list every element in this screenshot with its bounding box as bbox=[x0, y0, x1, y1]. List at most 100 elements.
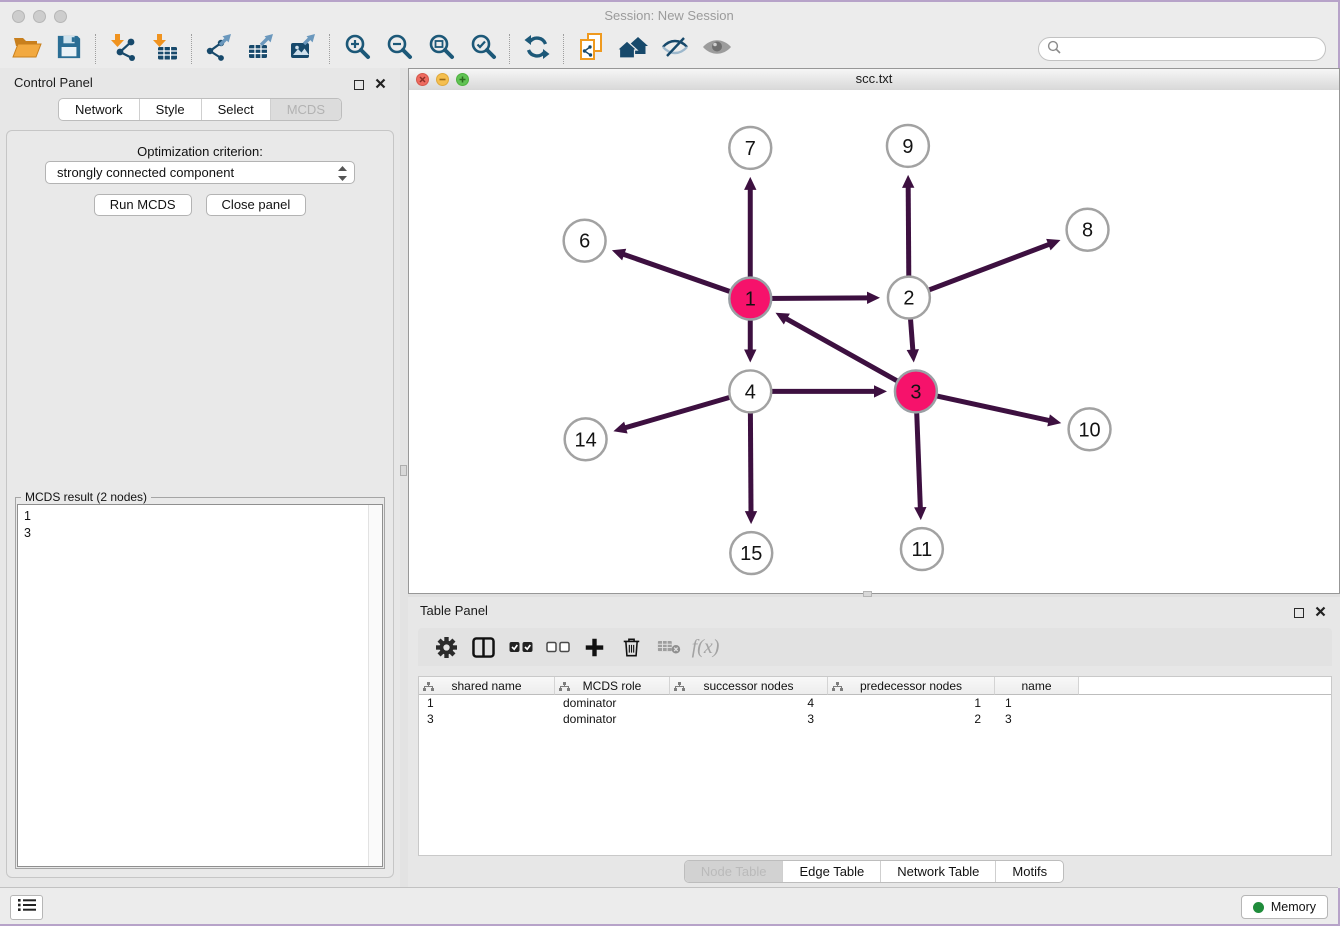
tab-motifs[interactable]: Motifs bbox=[995, 861, 1063, 882]
import-network-icon bbox=[109, 33, 137, 66]
cell-mcds-role: dominator bbox=[555, 712, 670, 726]
splitter-handle[interactable] bbox=[400, 465, 407, 476]
tab-node-table[interactable]: Node Table bbox=[685, 861, 783, 882]
search-field[interactable] bbox=[1038, 37, 1326, 61]
tab-style[interactable]: Style bbox=[139, 99, 201, 120]
table-row[interactable]: 1 dominator 4 1 1 bbox=[419, 695, 1331, 711]
delete-table-button[interactable] bbox=[650, 631, 687, 663]
window-close-button[interactable] bbox=[12, 10, 25, 23]
zoom-selected-button[interactable] bbox=[462, 32, 504, 66]
network-window-titlebar[interactable]: scc.txt bbox=[409, 69, 1339, 91]
memory-button[interactable]: Memory bbox=[1241, 895, 1328, 919]
cell-predecessor-nodes: 1 bbox=[828, 696, 995, 710]
select-all-button[interactable] bbox=[502, 631, 539, 663]
export-table-button[interactable] bbox=[240, 32, 282, 66]
criterion-dropdown[interactable]: strongly connected component bbox=[45, 161, 355, 184]
cell-shared-name: 1 bbox=[419, 696, 555, 710]
memory-status-icon bbox=[1253, 902, 1264, 913]
vertical-splitter[interactable] bbox=[400, 68, 408, 888]
delete-column-button[interactable] bbox=[613, 631, 650, 663]
column-header-name[interactable]: name bbox=[995, 677, 1079, 695]
tab-select[interactable]: Select bbox=[201, 99, 270, 120]
column-header-successor-nodes[interactable]: successor nodes bbox=[670, 677, 828, 695]
add-column-button[interactable] bbox=[576, 631, 613, 663]
hide-selected-icon bbox=[661, 35, 689, 64]
import-network-button[interactable] bbox=[102, 32, 144, 66]
graph-node-label: 14 bbox=[575, 429, 597, 451]
zoom-fit-icon bbox=[428, 33, 455, 65]
window-zoom-button[interactable] bbox=[54, 10, 67, 23]
graph-arrowhead bbox=[914, 507, 926, 520]
tab-network-table[interactable]: Network Table bbox=[880, 861, 995, 882]
window-minimize-button[interactable] bbox=[33, 10, 46, 23]
toolbar-separator bbox=[191, 34, 193, 64]
graph-node-label: 3 bbox=[910, 381, 921, 403]
window-title: Session: New Session bbox=[0, 2, 1338, 29]
network-close-button[interactable] bbox=[416, 73, 429, 86]
settings-gear-button[interactable] bbox=[428, 631, 465, 663]
network-canvas[interactable]: 7968124314101511 bbox=[409, 90, 1339, 593]
cell-predecessor-nodes: 2 bbox=[828, 712, 995, 726]
table-panel-float-button[interactable] bbox=[1294, 608, 1304, 618]
column-header-predecessor-nodes[interactable]: predecessor nodes bbox=[828, 677, 995, 695]
cell-successor-nodes: 3 bbox=[670, 712, 828, 726]
network-minimize-button[interactable] bbox=[436, 73, 449, 86]
tab-edge-table[interactable]: Edge Table bbox=[782, 861, 880, 882]
graph-arrowhead bbox=[745, 511, 757, 524]
mcds-tab-content: Optimization criterion: strongly connect… bbox=[6, 130, 394, 878]
graph-edge-2-8[interactable] bbox=[909, 244, 1050, 298]
zoom-in-button[interactable] bbox=[336, 32, 378, 66]
toggle-columns-button[interactable] bbox=[465, 631, 502, 663]
result-scrollbar[interactable] bbox=[368, 505, 382, 866]
graph-arrowhead bbox=[907, 349, 919, 362]
header-filler bbox=[1079, 677, 1331, 695]
function-builder-button[interactable]: f(x) bbox=[687, 631, 724, 663]
network-zoom-button[interactable] bbox=[456, 73, 469, 86]
graph-arrowhead bbox=[744, 349, 756, 362]
run-mcds-button[interactable]: Run MCDS bbox=[94, 194, 192, 216]
column-header-mcds-role[interactable]: MCDS role bbox=[555, 677, 670, 695]
cell-name: 1 bbox=[995, 696, 1079, 710]
copy-network-button[interactable] bbox=[570, 32, 612, 66]
cell-shared-name: 3 bbox=[419, 712, 555, 726]
close-panel-button[interactable]: Close panel bbox=[206, 194, 307, 216]
hide-selected-button[interactable] bbox=[654, 32, 696, 66]
column-header-shared-name[interactable]: shared name bbox=[419, 677, 555, 695]
optimization-criterion-label: Optimization criterion: bbox=[7, 144, 393, 159]
open-session-button[interactable] bbox=[6, 32, 48, 66]
graph-node-label: 4 bbox=[745, 381, 756, 403]
refresh-layout-button[interactable] bbox=[516, 32, 558, 66]
list-icon bbox=[18, 898, 36, 917]
home-view-button[interactable] bbox=[612, 32, 654, 66]
sitemap-icon bbox=[674, 681, 685, 695]
show-all-button[interactable] bbox=[696, 32, 738, 66]
table-toolbar: f(x) bbox=[418, 628, 1332, 666]
network-graph[interactable]: 7968124314101511 bbox=[409, 90, 1339, 593]
export-image-button[interactable] bbox=[282, 32, 324, 66]
save-session-button[interactable] bbox=[48, 32, 90, 66]
search-input[interactable] bbox=[1066, 41, 1317, 58]
control-panel-float-button[interactable] bbox=[354, 80, 364, 90]
table-panel-close-button[interactable] bbox=[1315, 604, 1326, 622]
zoom-selected-icon bbox=[470, 33, 497, 65]
table-row[interactable]: 3 dominator 3 2 3 bbox=[419, 711, 1331, 727]
status-bar: Memory bbox=[0, 887, 1338, 924]
deselect-all-button[interactable] bbox=[539, 631, 576, 663]
import-table-button[interactable] bbox=[144, 32, 186, 66]
import-table-icon bbox=[151, 33, 179, 66]
zoom-fit-button[interactable] bbox=[420, 32, 462, 66]
tab-network[interactable]: Network bbox=[59, 99, 139, 120]
copy-network-icon bbox=[577, 32, 605, 67]
graph-arrowhead bbox=[613, 422, 627, 434]
export-network-button[interactable] bbox=[198, 32, 240, 66]
tab-mcds[interactable]: MCDS bbox=[270, 99, 341, 120]
result-item: 1 bbox=[18, 505, 382, 525]
show-all-icon bbox=[702, 36, 732, 63]
column-label: predecessor nodes bbox=[860, 679, 962, 693]
task-history-button[interactable] bbox=[10, 895, 43, 920]
graph-edge-3-1[interactable] bbox=[785, 318, 916, 391]
toolbar-separator bbox=[329, 34, 331, 64]
control-panel-close-button[interactable] bbox=[375, 76, 386, 94]
cell-successor-nodes: 4 bbox=[670, 696, 828, 710]
zoom-out-button[interactable] bbox=[378, 32, 420, 66]
